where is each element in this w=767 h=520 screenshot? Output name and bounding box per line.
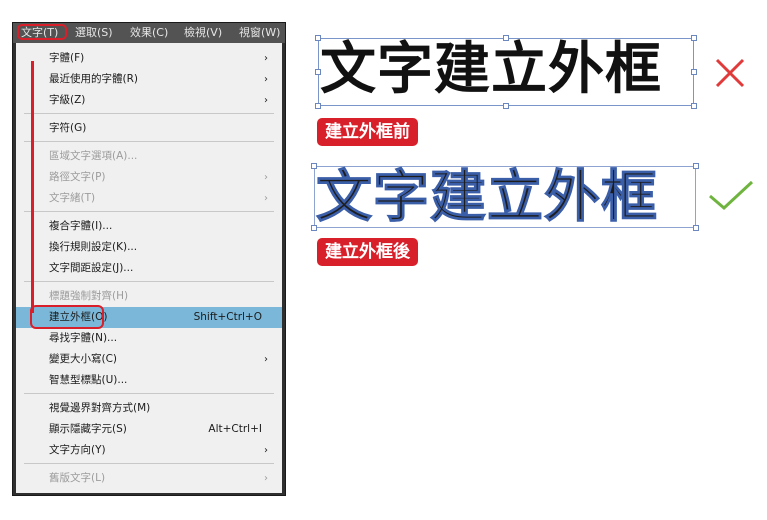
menu-item-label: 複合字體(I)... [49, 220, 113, 232]
menu-item-type-orientation[interactable]: 文字方向(Y) › [16, 440, 282, 461]
menu-separator [24, 393, 274, 394]
type-menu-dropdown: 字體(F) › 最近使用的字體(R) › 字級(Z) › 字符(G) 區域文字選… [16, 43, 282, 493]
selection-handle [315, 103, 321, 109]
chevron-right-icon: › [264, 74, 268, 85]
menu-item-label: 顯示隱藏字元(S) [49, 423, 127, 435]
menu-item-legacy-text[interactable]: 舊版文字(L) › [16, 468, 282, 489]
caption-after: 建立外框後 [317, 238, 418, 266]
chevron-right-icon: › [264, 354, 268, 365]
chevron-right-icon: › [264, 473, 268, 484]
menu-item-type-on-path[interactable]: 路徑文字(P) › [16, 167, 282, 188]
menu-item-label: 視覺邊界對齊方式(M) [49, 402, 151, 414]
cross-icon [715, 58, 745, 88]
caption-before: 建立外框前 [317, 118, 418, 146]
chevron-right-icon: › [264, 193, 268, 204]
menubar-item-window[interactable]: 視窗(W) [239, 26, 280, 40]
menu-item-headline[interactable]: 標題強制對齊(H) [16, 286, 282, 307]
menu-item-glyphs[interactable]: 字符(G) [16, 118, 282, 139]
menu-separator [24, 141, 274, 142]
menu-item-show-hidden-characters[interactable]: 顯示隱藏字元(S) Alt+Ctrl+I [16, 419, 282, 440]
chevron-right-icon: › [264, 95, 268, 106]
sample-text-after: 文字建立外框 [316, 165, 658, 230]
menu-item-label: 區域文字選項(A)... [49, 150, 138, 162]
menu-item-label: 文字間距設定(J)... [49, 262, 134, 274]
menu-separator [24, 113, 274, 114]
selection-handle [691, 103, 697, 109]
menubar-item-select[interactable]: 選取(S) [75, 26, 113, 40]
menu-item-size[interactable]: 字級(Z) › [16, 90, 282, 111]
menu-item-label: 字級(Z) [49, 94, 86, 106]
chevron-right-icon: › [264, 53, 268, 64]
check-icon [709, 180, 754, 211]
menu-item-smart-punctuation[interactable]: 智慧型標點(U)... [16, 370, 282, 391]
menu-item-find-font[interactable]: 尋找字體(N)... [16, 328, 282, 349]
selection-handle [503, 103, 509, 109]
menu-item-label: 文字方向(Y) [49, 444, 106, 456]
chevron-right-icon: › [264, 445, 268, 456]
menubar: 文字(T) 選取(S) 效果(C) 檢視(V) 視窗(W) [13, 23, 285, 43]
menu-item-label: 智慧型標點(U)... [49, 374, 128, 386]
menu-item-mojikumi-settings[interactable]: 文字間距設定(J)... [16, 258, 282, 279]
menu-item-label: 變更大小寫(C) [49, 353, 118, 365]
selection-handle [691, 35, 697, 41]
selection-handle [693, 225, 699, 231]
menu-item-label: 舊版文字(L) [49, 472, 106, 484]
menu-item-change-case[interactable]: 變更大小寫(C) › [16, 349, 282, 370]
selection-handle [691, 69, 697, 75]
menubar-highlight [17, 24, 67, 40]
menubar-item-effect[interactable]: 效果(C) [130, 26, 168, 40]
menu-item-shortcut: Shift+Ctrl+O [193, 311, 262, 323]
menu-separator [24, 281, 274, 282]
menu-item-label: 最近使用的字體(R) [49, 73, 138, 85]
menu-item-label: 標題強制對齊(H) [49, 290, 129, 302]
menu-item-label: 尋找字體(N)... [49, 332, 118, 344]
menu-item-label: 路徑文字(P) [49, 171, 106, 183]
menu-item-threaded-text[interactable]: 文字緒(T) › [16, 188, 282, 209]
menu-item-label: 文字緒(T) [49, 192, 96, 204]
menu-item-label: 字體(F) [49, 52, 85, 64]
menu-item-recent-fonts[interactable]: 最近使用的字體(R) › [16, 69, 282, 90]
highlight-connector-line [31, 61, 34, 313]
create-outlines-highlight [30, 305, 104, 329]
chevron-right-icon: › [264, 172, 268, 183]
menu-item-font[interactable]: 字體(F) › [16, 48, 282, 69]
menubar-item-view[interactable]: 檢視(V) [184, 26, 222, 40]
selection-handle [693, 163, 699, 169]
menu-item-area-type-options[interactable]: 區域文字選項(A)... [16, 146, 282, 167]
menu-separator [24, 463, 274, 464]
menu-item-label: 換行規則設定(K)... [49, 241, 138, 253]
menu-item-label: 字符(G) [49, 122, 87, 134]
menu-separator [24, 211, 274, 212]
sample-text-before: 文字建立外框 [320, 37, 662, 102]
menu-item-shortcut: Alt+Ctrl+I [208, 423, 262, 435]
menu-item-kinsoku-settings[interactable]: 換行規則設定(K)... [16, 237, 282, 258]
menu-window: 文字(T) 選取(S) 效果(C) 檢視(V) 視窗(W) 字體(F) › 最近… [12, 22, 286, 496]
menu-item-composite-fonts[interactable]: 複合字體(I)... [16, 216, 282, 237]
menu-item-optical-margin[interactable]: 視覺邊界對齊方式(M) [16, 398, 282, 419]
